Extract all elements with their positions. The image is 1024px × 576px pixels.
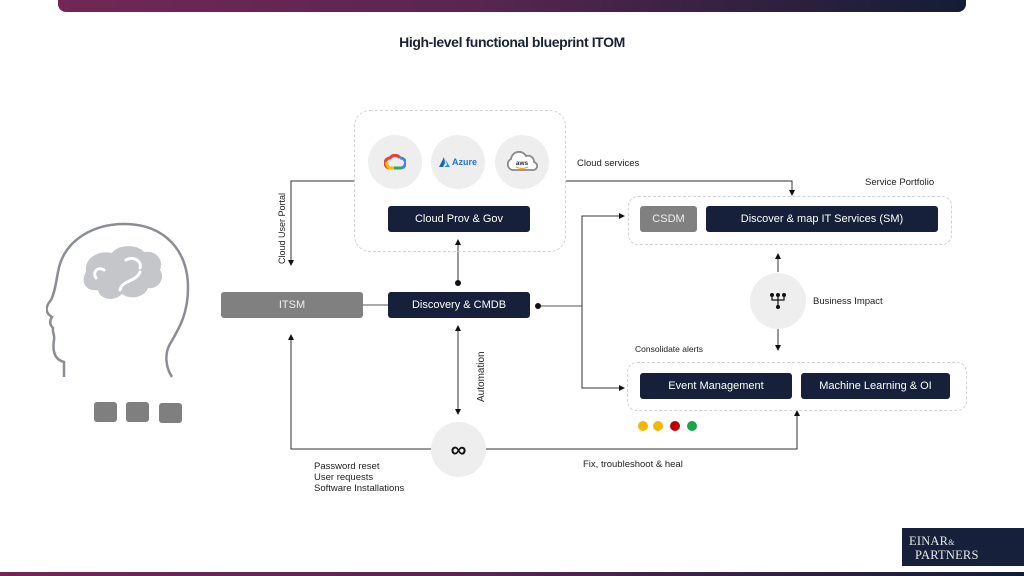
- line-loop-itsm: [288, 334, 431, 450]
- input-block-3: [159, 403, 182, 423]
- logo-line1: EINAR: [909, 534, 949, 548]
- business-impact-label: Business Impact: [813, 296, 883, 307]
- input-block-2: [126, 402, 149, 422]
- hierarchy-icon: [770, 293, 786, 309]
- line-branch-service-portfolio: [581, 213, 625, 306]
- azure-label: Azure: [451, 157, 477, 167]
- infinity-icon: ∞: [450, 436, 467, 462]
- provider-azure: Azure: [431, 135, 485, 189]
- azure-icon: [438, 157, 450, 167]
- google-cloud-icon: [384, 154, 406, 170]
- logo-amp: &: [948, 538, 955, 547]
- request-item: Software Installations: [314, 483, 405, 494]
- request-item: Password reset: [314, 461, 380, 472]
- provider-aws: aws: [495, 135, 549, 189]
- status-dot-2: [653, 421, 663, 431]
- cloud-services-label: Cloud services: [577, 158, 640, 169]
- footer-accent-bar: [0, 572, 1024, 576]
- automation-label: Automation: [476, 351, 487, 402]
- status-dot-1: [638, 421, 648, 431]
- csdm-box[interactable]: CSDM: [640, 206, 697, 232]
- head-brain-icon: [46, 222, 190, 378]
- cloud-user-portal-label: Cloud User Portal: [277, 192, 287, 264]
- status-dot-3: [670, 421, 680, 431]
- fix-heal-label: Fix, troubleshoot & heal: [583, 459, 683, 470]
- status-dot-4: [687, 421, 697, 431]
- discovery-cmdb-box[interactable]: Discovery & CMDB: [388, 292, 530, 318]
- business-impact-node: [750, 273, 806, 329]
- line-cloud-services: [565, 180, 795, 196]
- itsm-box[interactable]: ITSM: [221, 292, 363, 318]
- event-management-box[interactable]: Event Management: [640, 373, 792, 399]
- svg-text:aws: aws: [516, 160, 529, 167]
- provider-google-cloud: [368, 135, 422, 189]
- request-item: User requests: [314, 472, 374, 483]
- aws-icon: aws: [506, 151, 538, 171]
- consolidate-alerts-label: Consolidate alerts: [635, 344, 704, 354]
- logo-line2: PARTNERS: [915, 548, 979, 562]
- ml-oi-box[interactable]: Machine Learning & OI: [801, 373, 950, 399]
- einar-partners-logo: EINAR& PARTNERS: [902, 528, 1024, 566]
- discover-map-services-box[interactable]: Discover & map IT Services (SM): [706, 206, 938, 232]
- request-types-list: Password reset User requests Software In…: [314, 461, 404, 494]
- service-portfolio-label: Service Portfolio: [865, 177, 935, 188]
- cloud-prov-gov-box[interactable]: Cloud Prov & Gov: [388, 206, 530, 232]
- line-cloud-user-portal: [288, 180, 354, 266]
- automation-loop-node: ∞: [431, 422, 486, 477]
- input-block-1: [94, 402, 117, 422]
- line-branch-event-mgmt: [581, 306, 625, 391]
